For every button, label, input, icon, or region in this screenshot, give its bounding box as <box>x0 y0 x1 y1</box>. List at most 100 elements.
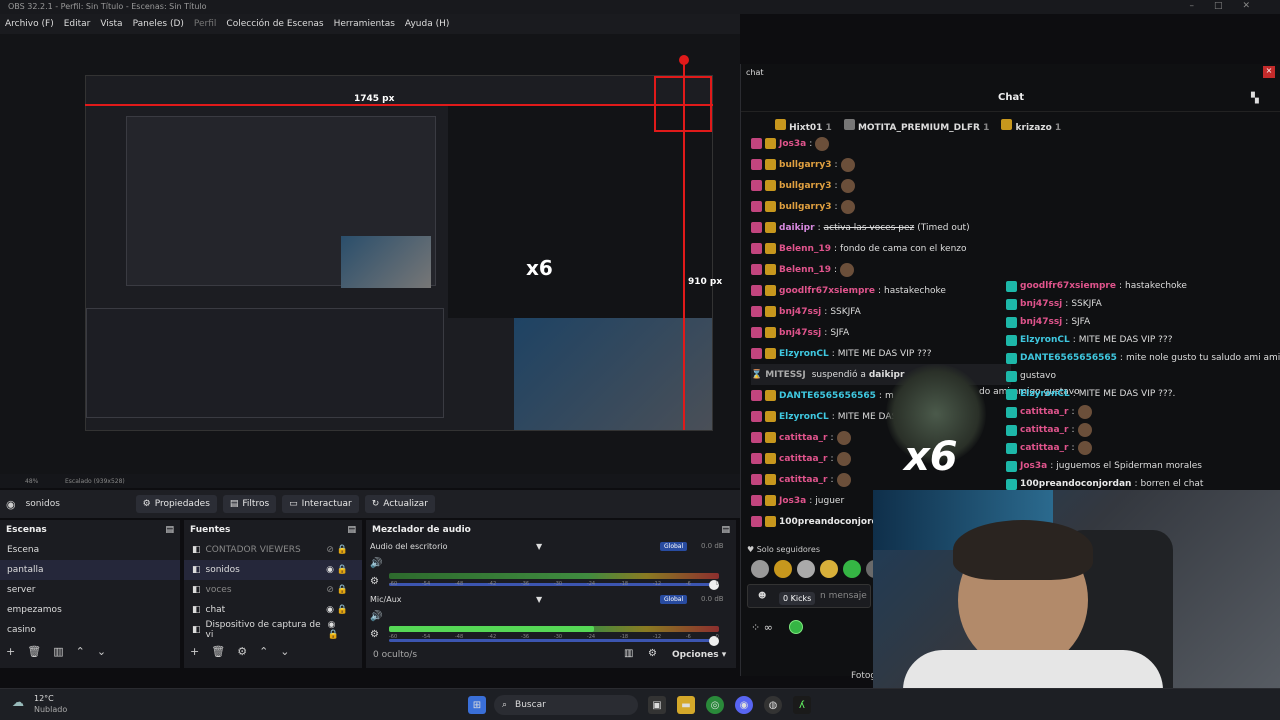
chat-username[interactable]: bullgarry3 <box>779 160 832 170</box>
kicks-icon[interactable] <box>789 620 803 634</box>
scene-item[interactable]: empezamos <box>0 600 180 620</box>
chat-username[interactable]: ElzyronCL <box>1020 335 1070 345</box>
menu-ayuda[interactable]: Ayuda (H) <box>400 19 454 29</box>
window-controls[interactable]: –□✕ <box>1189 1 1270 11</box>
eye-icon[interactable]: ◉ 🔒 <box>326 565 348 575</box>
chevron-up-icon[interactable]: ⌃ <box>76 645 85 658</box>
chat-username[interactable]: catittaa_r <box>779 454 828 464</box>
leaderboard-icon[interactable]: ▚ <box>1251 93 1259 104</box>
chat-username[interactable]: ElzyronCL <box>1020 389 1070 399</box>
interact-button[interactable]: ▭ Interactuar <box>282 495 359 513</box>
menu-perfil[interactable]: Perfil <box>189 19 222 29</box>
chat-username[interactable]: catittaa_r <box>1020 443 1069 453</box>
emote-button[interactable] <box>751 560 769 578</box>
chat-username[interactable]: bnj47ssj <box>1020 299 1062 309</box>
top-user[interactable]: krizazo 1 <box>1001 119 1061 133</box>
chat-username[interactable]: ElzyronCL <box>779 349 829 359</box>
add-icon[interactable]: + <box>190 645 199 658</box>
menu-editar[interactable]: Editar <box>59 19 96 29</box>
scene-item[interactable]: Escena <box>0 540 180 560</box>
scene-item[interactable]: server <box>0 580 180 600</box>
chat-username[interactable]: Jos3a <box>1020 461 1047 471</box>
chat-username[interactable]: MITESSJ <box>765 370 806 380</box>
chat-username[interactable]: ElzyronCL <box>779 412 829 422</box>
settings-icon[interactable]: ⁘ ∞ <box>751 621 773 634</box>
app-icon[interactable]: ʎ <box>793 696 811 714</box>
trash-icon[interactable]: 🗑 <box>211 645 225 658</box>
source-item-selected[interactable]: ◧ sonidos ◉ 🔒 <box>184 560 362 580</box>
scene-item[interactable]: casino <box>0 620 180 640</box>
dock-menu-icon[interactable]: ▤ <box>721 525 730 535</box>
chat-username[interactable]: bnj47ssj <box>779 307 821 317</box>
chat-username[interactable]: catittaa_r <box>1020 425 1069 435</box>
chat-username[interactable]: 100preandoconjordan <box>1020 479 1131 489</box>
chat-username[interactable]: bullgarry3 <box>779 181 832 191</box>
chat-username[interactable]: goodlfr67xsiempre <box>1020 281 1116 291</box>
chat-username[interactable]: bnj47ssj <box>1020 317 1062 327</box>
gear-icon[interactable]: ⚙ <box>648 648 657 659</box>
emote-button[interactable] <box>797 560 815 578</box>
chat-username[interactable]: DANTE6565656565 <box>779 391 876 401</box>
filters-button[interactable]: ▤ Filtros <box>222 495 277 513</box>
top-user[interactable]: MOTITA_PREMIUM_DLFR 1 <box>843 119 989 133</box>
add-icon[interactable]: + <box>6 645 15 658</box>
menu-coleccion-escenas[interactable]: Colección de Escenas <box>221 19 328 29</box>
rotate-handle[interactable] <box>679 55 689 65</box>
chevron-down-icon[interactable]: ⌄ <box>280 645 289 658</box>
chevron-down-icon[interactable]: ⌄ <box>97 645 106 658</box>
source-item[interactable]: ◧ voces ⊘ 🔒 <box>184 580 362 600</box>
emote-button[interactable] <box>774 560 792 578</box>
filter-icon[interactable]: ▥ <box>53 645 63 658</box>
chat-username[interactable]: DANTE6565656565 <box>1020 353 1117 363</box>
chrome-icon[interactable]: ◎ <box>706 696 724 714</box>
volume-icon[interactable]: 🔊 <box>370 558 382 569</box>
chat-username[interactable]: Jos3a <box>779 496 806 506</box>
emote-button[interactable] <box>820 560 838 578</box>
start-icon[interactable]: ⊞ <box>468 696 486 714</box>
folder-icon[interactable]: ▬ <box>677 696 695 714</box>
source-item[interactable]: ◧ Dispositivo de captura de vi ◉ 🔒 <box>184 620 362 640</box>
chat-username[interactable]: Belenn_19 <box>779 244 831 254</box>
chevron-down-icon[interactable]: ▼ <box>536 595 542 604</box>
chat-username[interactable]: goodlfr67xsiempre <box>779 286 875 296</box>
taskbar-search[interactable]: ⌕ Buscar <box>494 695 638 715</box>
menu-archivo[interactable]: Archivo (F) <box>0 19 59 29</box>
chat-username[interactable]: bnj47ssj <box>779 328 821 338</box>
chat-username[interactable]: Jos3a <box>779 139 806 149</box>
dock-menu-icon[interactable]: ▤ <box>165 525 174 535</box>
gear-icon[interactable]: ⚙ <box>370 629 379 640</box>
chat-username[interactable]: catittaa_r <box>779 433 828 443</box>
hidden-eye-icon[interactable]: ⊘ 🔒 <box>326 545 348 555</box>
chevron-down-icon[interactable]: ▼ <box>536 542 542 551</box>
hidden-eye-icon[interactable]: ⊘ 🔒 <box>326 585 348 595</box>
volume-icon[interactable]: 🔊 <box>370 611 382 622</box>
scene-item-selected[interactable]: pantalla <box>0 560 180 580</box>
gear-icon[interactable]: ⚙ <box>370 576 379 587</box>
obs-icon[interactable]: ◍ <box>764 696 782 714</box>
target-user[interactable]: daikipr <box>869 370 905 380</box>
chevron-up-icon[interactable]: ⌃ <box>259 645 268 658</box>
source-item[interactable]: ◧ chat ◉ 🔒 <box>184 600 362 620</box>
menu-herramientas[interactable]: Herramientas <box>329 19 400 29</box>
top-user[interactable]: Hixt01 1 <box>775 119 832 133</box>
close-icon[interactable]: × <box>1263 66 1275 78</box>
dock-menu-icon[interactable]: ▤ <box>347 525 356 535</box>
task-view-icon[interactable]: ▣ <box>648 696 666 714</box>
chat-username[interactable]: catittaa_r <box>1020 407 1069 417</box>
chat-username[interactable]: daikipr <box>779 223 815 233</box>
gear-icon[interactable]: ⚙ <box>237 645 247 658</box>
preview-canvas[interactable]: x6 <box>85 75 713 431</box>
options-button[interactable]: Opciones ▾ <box>672 650 726 660</box>
chat-username[interactable]: bullgarry3 <box>779 202 832 212</box>
trash-icon[interactable]: 🗑 <box>27 645 41 658</box>
eye-icon[interactable]: ◉ 🔒 <box>328 620 348 640</box>
discord-icon[interactable]: ◉ <box>735 696 753 714</box>
refresh-button[interactable]: ↻ Actualizar <box>364 495 435 513</box>
emote-button[interactable] <box>843 560 861 578</box>
chat-username[interactable]: catittaa_r <box>779 475 828 485</box>
menu-paneles[interactable]: Paneles (D) <box>128 19 189 29</box>
menu-vista[interactable]: Vista <box>95 19 127 29</box>
source-item[interactable]: ◧ CONTADOR VIEWERS ⊘ 🔒 <box>184 540 362 560</box>
selection-box[interactable] <box>654 76 712 132</box>
layout-icon[interactable]: ▥ <box>624 648 633 659</box>
